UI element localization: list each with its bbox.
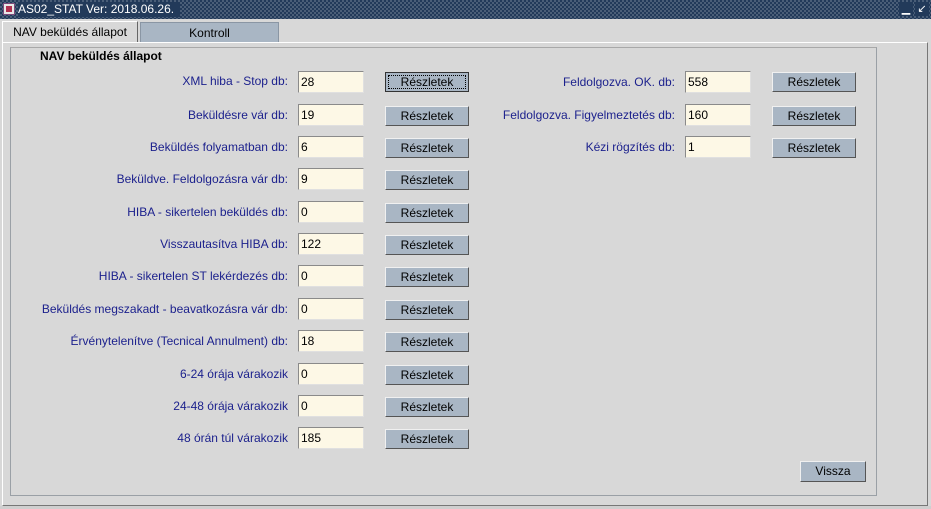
details-button-ervenytelenitve[interactable]: Részletek — [385, 332, 469, 352]
details-button-bekuldve-feldolgozasra-var[interactable]: Részletek — [385, 170, 469, 190]
restore-icon[interactable]: ↙ — [915, 2, 929, 16]
window-title: AS02_STAT Ver: 2018.06.26. — [18, 2, 181, 17]
details-button-24-48-oraja-varakozik[interactable]: Részletek — [385, 397, 469, 417]
details-button-bekuldes-folyamatban[interactable]: Részletek — [385, 138, 469, 158]
field-feldolgozva-ok[interactable]: 558 — [685, 71, 751, 93]
details-button-kezi-rogzites[interactable]: Részletek — [772, 138, 856, 158]
field-hiba-sikertelen-st-lekerdezes[interactable]: 0 — [298, 265, 364, 287]
label-ervenytelenitve: Érvénytelenítve (Tecnical Annulment) db: — [70, 334, 288, 348]
details-button-bekuldesre-var[interactable]: Részletek — [385, 106, 469, 126]
label-6-24-oraja-varakozik: 6-24 órája várakozik — [179, 367, 288, 381]
tab-bar: NAV beküldés állapot Kontroll — [0, 19, 931, 43]
label-kezi-rogzites: Kézi rögzítés db: — [585, 140, 675, 154]
field-ervenytelenitve[interactable]: 18 — [298, 330, 364, 352]
minimize-icon[interactable]: ▁ — [899, 2, 913, 16]
back-button[interactable]: Vissza — [800, 461, 866, 482]
label-hiba-sikertelen-bekuldes: HIBA - sikertelen beküldés db: — [127, 205, 288, 219]
field-xml-hiba-stop[interactable]: 28 — [298, 71, 364, 93]
tab-kontroll[interactable]: Kontroll — [140, 22, 279, 42]
label-feldolgozva-figyelmeztetes: Feldolgozva. Figyelmeztetés db: — [502, 108, 675, 122]
title-bar: AS02_STAT Ver: 2018.06.26. ▁ ↙ — [0, 0, 931, 19]
field-hiba-sikertelen-bekuldes[interactable]: 0 — [298, 201, 364, 223]
label-bekuldes-megszakadt: Beküldés megszakadt - beavatkozásra vár … — [41, 302, 288, 316]
details-button-48-oran-tul-varakozik[interactable]: Részletek — [385, 429, 469, 449]
label-hiba-sikertelen-st-lekerdezes: HIBA - sikertelen ST lekérdezés db: — [98, 269, 288, 283]
details-button-bekuldes-megszakadt[interactable]: Részletek — [385, 300, 469, 320]
field-bekuldes-folyamatban[interactable]: 6 — [298, 136, 364, 158]
field-24-48-oraja-varakozik[interactable]: 0 — [298, 395, 364, 417]
field-feldolgozva-figyelmeztetes[interactable]: 160 — [685, 104, 751, 126]
details-button-6-24-oraja-varakozik[interactable]: Részletek — [385, 365, 469, 385]
label-bekuldes-folyamatban: Beküldés folyamatban db: — [149, 140, 288, 154]
details-button-visszautasitva-hiba[interactable]: Részletek — [385, 235, 469, 255]
details-button-feldolgozva-ok[interactable]: Részletek — [772, 72, 856, 92]
field-visszautasitva-hiba[interactable]: 122 — [298, 233, 364, 255]
panel-title: NAV beküldés állapot — [40, 49, 162, 63]
field-bekuldesre-var[interactable]: 19 — [298, 104, 364, 126]
label-48-oran-tul-varakozik: 48 órán túl várakozik — [177, 431, 288, 445]
details-button-feldolgozva-figyelmeztetes[interactable]: Részletek — [772, 106, 856, 126]
details-button-hiba-sikertelen-st-lekerdezes[interactable]: Részletek — [385, 267, 469, 287]
field-kezi-rogzites[interactable]: 1 — [685, 136, 751, 158]
label-xml-hiba-stop: XML hiba - Stop db: — [182, 74, 288, 88]
field-6-24-oraja-varakozik[interactable]: 0 — [298, 363, 364, 385]
field-bekuldes-megszakadt[interactable]: 0 — [298, 298, 364, 320]
label-24-48-oraja-varakozik: 24-48 órája várakozik — [173, 399, 288, 413]
label-bekuldesre-var: Beküldésre vár db: — [187, 108, 288, 122]
label-feldolgozva-ok: Feldolgozva. OK. db: — [562, 75, 675, 89]
label-bekuldve-feldolgozasra-var: Beküldve. Feldolgozásra vár db: — [116, 172, 288, 186]
label-visszautasitva-hiba: Visszautasítva HIBA db: — [160, 237, 288, 251]
field-bekuldve-feldolgozasra-var[interactable]: 9 — [298, 168, 364, 190]
tab-nav-bekuldes-allapot[interactable]: NAV beküldés állapot — [2, 21, 138, 43]
field-48-oran-tul-varakozik[interactable]: 185 — [298, 427, 364, 449]
details-button-hiba-sikertelen-bekuldes[interactable]: Részletek — [385, 203, 469, 223]
app-icon — [3, 3, 15, 15]
details-button-xml-hiba-stop[interactable]: Részletek — [385, 72, 469, 92]
